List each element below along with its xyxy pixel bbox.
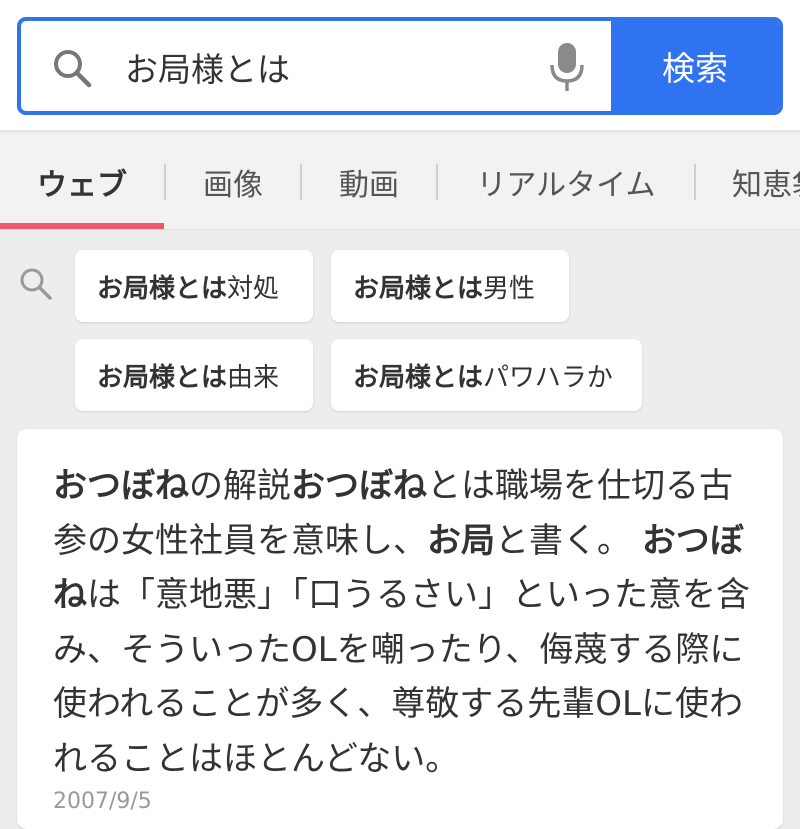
snippet-highlight: お局 [427,520,495,561]
chip-query: お局様とは [97,362,228,393]
tab-images[interactable]: 画像 [166,134,300,229]
header: 検索 [0,0,800,132]
related-search-chip[interactable]: お局様とは 男性 [331,250,569,322]
tab-bar: ウェブ 画像 動画 リアルタイム 知恵袋 [0,134,800,230]
snippet-text: と書く。 [495,520,642,561]
tab-chiebukuro[interactable]: 知恵袋 [696,134,800,229]
active-tab-indicator [0,223,164,229]
chip-suffix: 由来 [227,362,280,393]
result-snippet: おつぼねの解説おつぼねとは職場を仕切る古参の女性社員を意味し、お局と書く。 おつ… [53,459,753,786]
snippet-text: は「意地悪」「口うるさい」といった意を含み、そういったOLを嘲ったり、侮蔑する際… [53,575,750,779]
related-search-chip[interactable]: お局様とは パワハラか [331,339,642,411]
chip-query: お局様とは [353,362,484,393]
chip-query: お局様とは [97,273,228,304]
search-button[interactable]: 検索 [611,21,779,111]
search-icon [54,50,92,88]
mic-icon[interactable] [547,41,587,95]
snippet-text: の解説 [189,466,291,506]
chip-suffix: パワハラか [483,362,613,393]
chip-suffix: 男性 [483,273,536,304]
search-input[interactable] [125,37,545,97]
snippet-highlight: おつぼね [291,466,427,506]
search-box: 検索 [17,17,783,115]
chip-query: お局様とは [353,273,484,304]
tab-realtime[interactable]: リアルタイム [438,134,694,229]
result-card[interactable]: おつぼねの解説おつぼねとは職場を仕切る古参の女性社員を意味し、お局と書く。 おつ… [17,429,783,829]
tab-web[interactable]: ウェブ [0,134,164,229]
related-search-chip[interactable]: お局様とは 対処 [75,250,313,322]
related-search-chip[interactable]: お局様とは 由来 [75,339,313,411]
snippet-highlight: おつぼね [53,466,189,506]
chip-suffix: 対処 [227,273,280,304]
tab-videos[interactable]: 動画 [302,134,436,229]
result-date: 2007/9/5 [53,789,152,814]
related-search-icon [20,268,52,300]
